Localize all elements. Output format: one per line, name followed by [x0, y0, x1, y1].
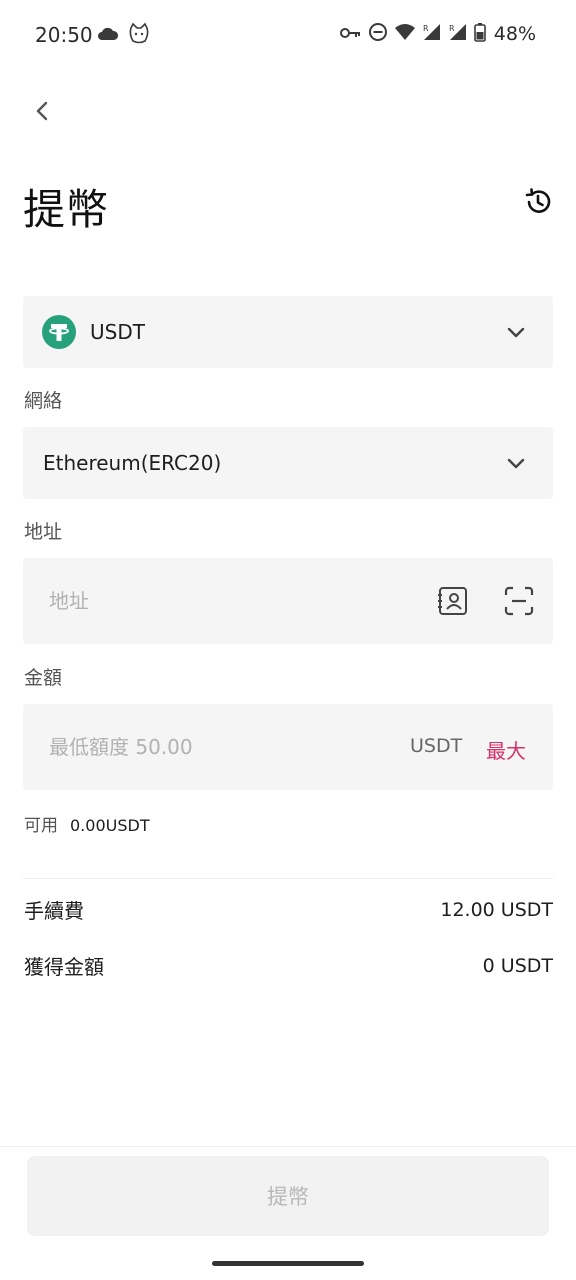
- receive-amount-value: 0 USDT: [482, 954, 553, 977]
- fee-label: 手續費: [24, 899, 84, 923]
- scan-icon: [504, 586, 534, 616]
- amount-input[interactable]: [49, 732, 369, 762]
- battery-percentage: 48%: [493, 23, 536, 45]
- fee-row: 手續費 12.00 USDT: [24, 895, 553, 924]
- bottom-divider: [0, 1146, 576, 1147]
- usdt-logo-icon: [42, 315, 76, 349]
- address-field-container: [23, 558, 553, 644]
- wifi-icon: [394, 23, 416, 45]
- available-value: 0.00USDT: [70, 816, 150, 835]
- amount-unit: USDT: [410, 735, 463, 757]
- address-input[interactable]: [49, 586, 419, 616]
- svg-text:R: R: [449, 24, 455, 33]
- svg-text:R: R: [423, 24, 429, 33]
- address-label: 地址: [24, 521, 63, 543]
- network-label: 網絡: [24, 390, 63, 412]
- chevron-down-icon: [505, 321, 527, 343]
- signal-r-icon: R: [422, 22, 442, 46]
- cat-icon: [127, 22, 151, 50]
- status-notification-icons: [97, 22, 151, 50]
- history-icon: [525, 188, 551, 213]
- receive-amount-label: 獲得金額: [24, 955, 104, 979]
- do-not-disturb-icon: [368, 22, 388, 46]
- max-button[interactable]: 最大: [486, 735, 526, 764]
- withdraw-submit-button[interactable]: 提幣: [27, 1156, 549, 1236]
- page-title: 提幣: [23, 185, 110, 234]
- fee-value: 12.00 USDT: [440, 898, 553, 921]
- scan-qr-button[interactable]: [503, 585, 535, 617]
- address-book-button[interactable]: [437, 585, 469, 617]
- network-value: Ethereum(ERC20): [43, 451, 222, 475]
- signal-r-icon: R: [448, 22, 468, 46]
- available-label: 可用: [24, 816, 58, 836]
- back-button[interactable]: [26, 94, 60, 128]
- available-balance: 可用 0.00USDT: [24, 811, 150, 836]
- chevron-down-icon: [505, 452, 527, 474]
- receive-amount-row: 獲得金額 0 USDT: [24, 951, 553, 980]
- cloud-icon: [97, 26, 119, 46]
- network-selector[interactable]: Ethereum(ERC20): [23, 427, 553, 499]
- home-indicator[interactable]: [212, 1261, 364, 1266]
- amount-field-container: USDT 最大: [23, 704, 553, 790]
- coin-selector[interactable]: USDT: [23, 296, 553, 368]
- chevron-left-icon: [36, 101, 48, 121]
- status-bar: 20:50 R R 48%: [0, 0, 576, 72]
- history-button[interactable]: [522, 186, 554, 218]
- address-book-icon: [438, 587, 467, 615]
- battery-icon: [473, 22, 486, 46]
- coin-name: USDT: [90, 320, 145, 344]
- key-icon: [339, 25, 362, 44]
- status-system-icons: R R 48%: [339, 22, 536, 46]
- divider: [23, 878, 553, 879]
- amount-label: 金額: [24, 667, 63, 689]
- status-time: 20:50: [35, 23, 93, 47]
